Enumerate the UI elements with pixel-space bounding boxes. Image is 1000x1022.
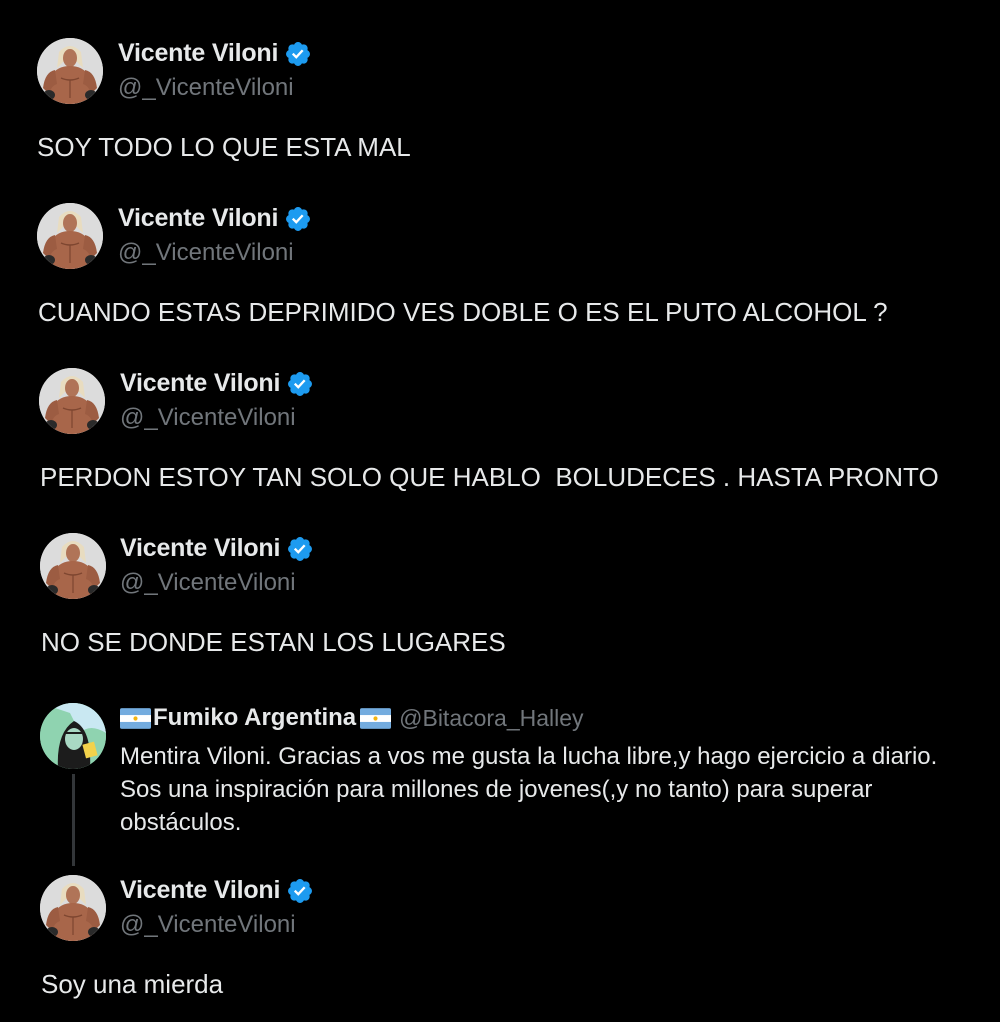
display-name[interactable]: Vicente Viloni (120, 876, 280, 905)
verified-badge-icon (284, 40, 312, 68)
handle[interactable]: @_VicenteViloni (118, 239, 294, 267)
profile-photo (40, 875, 106, 941)
author-name-line: Vicente Viloni (120, 534, 314, 563)
display-name[interactable]: Fumiko Argentina (153, 704, 356, 732)
profile-photo (40, 533, 106, 599)
reply-author-line: Fumiko Argentina @Bitacora_Halley (120, 704, 584, 732)
avatar[interactable] (37, 38, 103, 104)
avatar[interactable] (40, 875, 106, 941)
tweet-text: Soy una mierda (41, 969, 224, 999)
author-name-line: Vicente Viloni (118, 39, 312, 68)
display-name[interactable]: Vicente Viloni (120, 369, 280, 398)
profile-photo (37, 38, 103, 104)
verified-badge-icon (284, 205, 312, 233)
handle[interactable]: @_VicenteViloni (120, 404, 296, 432)
tweet-text: NO SE DONDE ESTAN LOS LUGARES (41, 627, 506, 657)
handle[interactable]: @_VicenteViloni (120, 911, 296, 939)
tweet-text: PERDON ESTOY TAN SOLO QUE HABLO BOLUDECE… (40, 462, 939, 492)
handle[interactable]: @_VicenteViloni (118, 74, 294, 102)
profile-photo (39, 368, 105, 434)
avatar[interactable] (40, 703, 106, 769)
tweet-text: CUANDO ESTAS DEPRIMIDO VES DOBLE O ES EL… (38, 297, 888, 327)
tweet-text: SOY TODO LO QUE ESTA MAL (37, 132, 411, 162)
profile-photo (40, 703, 106, 769)
tweet-text: Mentira Viloni. Gracias a vos me gusta l… (120, 743, 938, 836)
argentina-flag-icon (120, 708, 151, 729)
author-name-line: Vicente Viloni (120, 369, 314, 398)
thread-connector-line (72, 774, 75, 866)
display-name[interactable]: Vicente Viloni (120, 534, 280, 563)
verified-badge-icon (286, 535, 314, 563)
author-name-line: Vicente Viloni (120, 876, 314, 905)
handle[interactable]: @Bitacora_Halley (399, 705, 583, 732)
avatar[interactable] (40, 533, 106, 599)
author-name-line: Vicente Viloni (118, 204, 312, 233)
handle[interactable]: @_VicenteViloni (120, 569, 296, 597)
argentina-flag-icon (360, 708, 391, 729)
verified-badge-icon (286, 370, 314, 398)
display-name[interactable]: Vicente Viloni (118, 204, 278, 233)
profile-photo (37, 203, 103, 269)
avatar[interactable] (39, 368, 105, 434)
verified-badge-icon (286, 877, 314, 905)
display-name[interactable]: Vicente Viloni (118, 39, 278, 68)
avatar[interactable] (37, 203, 103, 269)
